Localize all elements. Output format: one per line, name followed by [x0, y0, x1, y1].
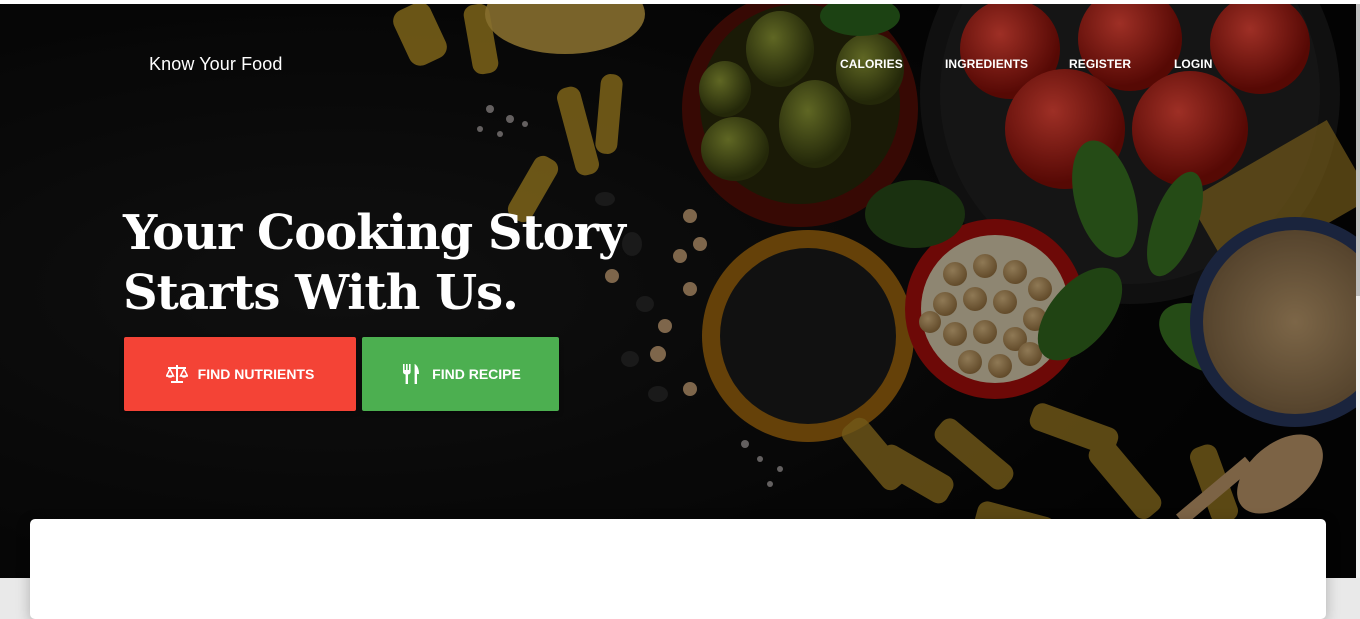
- brand-logo[interactable]: Know Your Food: [149, 54, 283, 75]
- find-nutrients-label: FIND NUTRIENTS: [197, 366, 315, 382]
- nav-link-register[interactable]: REGISTER: [1069, 57, 1131, 71]
- hero-headline: Your Cooking Story Starts With Us.: [123, 203, 683, 323]
- nav-link-login[interactable]: LOGIN: [1174, 57, 1213, 71]
- nav-link-calories[interactable]: CALORIES: [840, 57, 903, 71]
- navbar: Know Your Food CALORIES INGREDIENTS REGI…: [0, 4, 1360, 124]
- fork-knife-icon: [400, 363, 422, 385]
- find-nutrients-button[interactable]: FIND NUTRIENTS: [124, 337, 356, 411]
- content-card: [30, 519, 1326, 619]
- scrollbar-thumb[interactable]: [1356, 4, 1360, 296]
- hero-headline-line2: Starts With Us.: [123, 265, 519, 321]
- find-recipe-button[interactable]: FIND RECIPE: [362, 337, 559, 411]
- hero-section: Know Your Food CALORIES INGREDIENTS REGI…: [0, 4, 1360, 578]
- balance-scale-icon: [165, 363, 188, 385]
- find-recipe-label: FIND RECIPE: [432, 366, 521, 382]
- hero-headline-line1: Your Cooking Story: [123, 205, 626, 261]
- nav-link-ingredients[interactable]: INGREDIENTS: [945, 57, 1028, 71]
